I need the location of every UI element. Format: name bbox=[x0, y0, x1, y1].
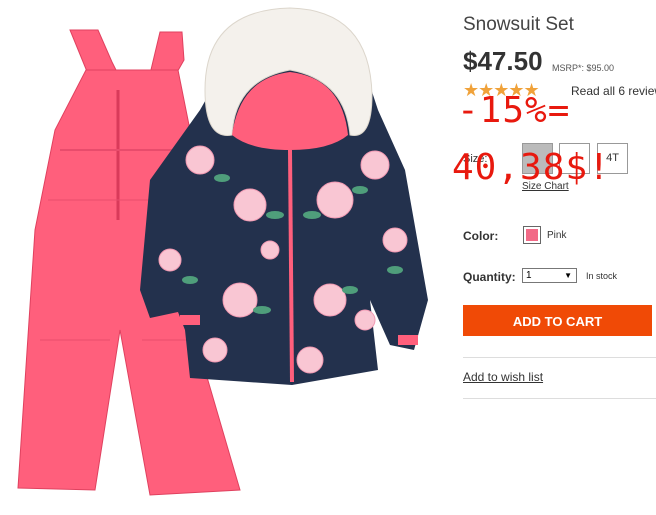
swatch-fill bbox=[526, 229, 538, 241]
color-swatch-pink[interactable] bbox=[523, 226, 541, 244]
color-label: Color: bbox=[463, 229, 499, 243]
read-reviews-link[interactable]: Read all 6 reviews bbox=[571, 84, 656, 98]
quantity-value: 1 bbox=[526, 270, 532, 281]
divider bbox=[463, 398, 656, 399]
quantity-label: Quantity: bbox=[463, 270, 516, 284]
promo-price-text: 40,38$! bbox=[452, 147, 611, 188]
stock-status: In stock bbox=[586, 271, 618, 281]
product-image bbox=[17, 7, 428, 496]
sale-price: $47.50 bbox=[463, 46, 543, 76]
msrp-price: MSRP*: $95.00 bbox=[552, 63, 615, 73]
chevron-down-icon: ▼ bbox=[564, 271, 572, 280]
color-value: Pink bbox=[547, 230, 567, 241]
product-title: Snowsuit Set bbox=[463, 14, 574, 35]
add-to-wishlist-link[interactable]: Add to wish list bbox=[463, 370, 543, 384]
divider bbox=[463, 357, 656, 358]
quantity-select[interactable]: 1 ▼ bbox=[522, 268, 577, 283]
add-to-cart-button[interactable]: ADD TO CART bbox=[463, 305, 652, 336]
promo-discount-text: -15%= bbox=[457, 90, 571, 131]
